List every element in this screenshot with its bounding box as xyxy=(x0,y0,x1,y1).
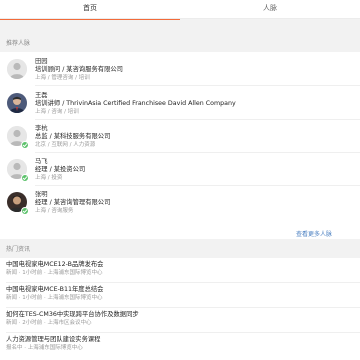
news-meta: 报名中 · 上海浦东国际博览中心 xyxy=(6,345,83,351)
tab-divider xyxy=(0,18,360,19)
news-item[interactable]: 人力资源管理与团队建设实务课程 报名中 · 上海浦东国际博览中心 xyxy=(0,333,360,358)
news-title: 人力资源管理与团队建设实务课程 xyxy=(6,336,101,343)
news-title: 中国电视家电MCE12-B品牌发布会 xyxy=(6,261,104,268)
person-row[interactable]: 李杭 总监 / 某科技服务有限公司 北京 / 互联网 / 人力资源 xyxy=(0,123,360,153)
news-meta: 新闻 · 1小时前 · 上海浦东国际博览中心 xyxy=(6,295,103,301)
tab-bar: 首页 人脉 xyxy=(0,0,360,20)
tab-contacts[interactable]: 人脉 xyxy=(180,0,360,19)
people-section-title: 推荐人脉 xyxy=(0,35,360,52)
news-title: 如何在TES-CM36中实现跨平台协作及数据同步 xyxy=(6,311,139,318)
verified-check-icon xyxy=(21,174,29,182)
person-tags: 上海 / 投资 xyxy=(35,175,63,181)
divider xyxy=(35,185,360,186)
news-list: 中国电视家电MCE12-B品牌发布会 新闻 · 1小时前 · 上海浦东国际博览中… xyxy=(0,258,360,360)
news-meta: 新闻 · 2小时前 · 上海市区会议中心 xyxy=(6,320,92,326)
default-avatar-icon xyxy=(7,59,27,79)
divider xyxy=(35,152,360,153)
tab-home[interactable]: 首页 xyxy=(0,0,180,20)
person-tags: 上海 / 咨询服务 xyxy=(35,208,74,214)
person-org: 培训讲师 / ThrivinAsia Certified Franchisee … xyxy=(35,100,236,107)
news-item[interactable]: 中国电视家电MCE-B11年度总结会 新闻 · 1小时前 · 上海浦东国际博览中… xyxy=(0,283,360,308)
person-row[interactable]: 马飞 经理 / 某投资公司 上海 / 投资 xyxy=(0,156,360,186)
news-title: 中国电视家电MCE-B11年度总结会 xyxy=(6,286,104,293)
news-item[interactable]: 如何在TES-CM36中实现跨平台协作及数据同步 新闻 · 2小时前 · 上海市… xyxy=(0,308,360,333)
person-tags: 上海 / 管理咨询 / 培训 xyxy=(35,75,90,81)
person-row[interactable]: 张明 经理 / 某咨询管理有限公司 上海 / 咨询服务 xyxy=(0,189,360,219)
divider xyxy=(35,119,360,120)
photo-avatar xyxy=(7,93,27,113)
verified-check-icon xyxy=(21,141,29,149)
verified-check-icon xyxy=(21,207,29,215)
news-meta: 新闻 · 1小时前 · 上海浦东国际博览中心 xyxy=(6,270,103,276)
people-list: 田园 培训顾问 / 某咨询服务有限公司 上海 / 管理咨询 / 培训 王磊 培训… xyxy=(0,52,360,239)
person-row[interactable]: 田园 培训顾问 / 某咨询服务有限公司 上海 / 管理咨询 / 培训 xyxy=(0,56,360,86)
person-row[interactable]: 王磊 培训讲师 / ThrivinAsia Certified Franchis… xyxy=(0,90,360,120)
news-section-title: 热门资讯 xyxy=(0,241,360,258)
person-org: 经理 / 某咨询管理有限公司 xyxy=(35,199,111,206)
person-tags: 北京 / 互联网 / 人力资源 xyxy=(35,142,96,148)
person-org: 经理 / 某投资公司 xyxy=(35,166,86,173)
more-people-link[interactable]: 查看更多人脉 xyxy=(296,229,332,238)
divider xyxy=(35,85,360,86)
person-org: 培训顾问 / 某咨询服务有限公司 xyxy=(35,66,123,73)
news-item[interactable]: 中国电视家电MCE12-B品牌发布会 新闻 · 1小时前 · 上海浦东国际博览中… xyxy=(0,258,360,283)
person-org: 总监 / 某科技服务有限公司 xyxy=(35,133,111,140)
person-tags: 上海 / 咨询 / 培训 xyxy=(35,109,79,115)
